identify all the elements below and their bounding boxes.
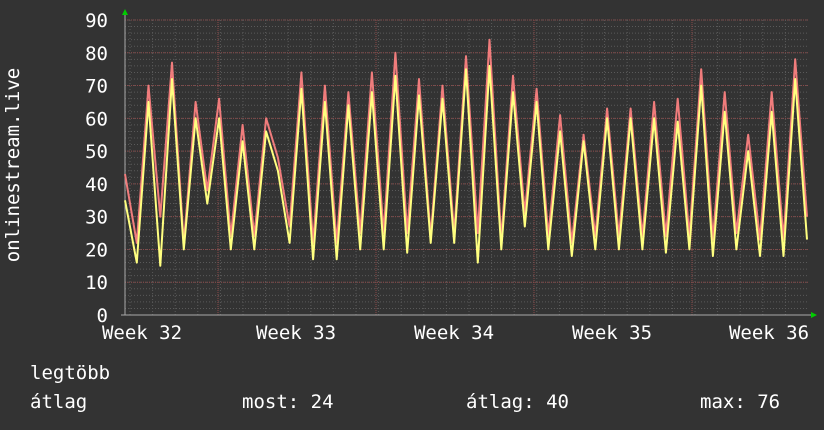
y-axis-ticks: 0102030405060708090 xyxy=(85,10,108,327)
legend-label-avg: átlag xyxy=(30,391,88,413)
y-tick-label: 60 xyxy=(85,108,108,130)
y-axis-arrow xyxy=(122,9,128,15)
legend-item-max: legtöbb xyxy=(30,362,110,384)
x-axis-arrow xyxy=(811,312,817,318)
series-line-avg xyxy=(124,64,808,267)
y-axis-label: onlinestream.live xyxy=(2,68,24,262)
y-tick-label: 50 xyxy=(85,141,108,163)
y-tick-label: 70 xyxy=(85,76,108,98)
stat-maximum: max: 76 xyxy=(700,391,781,413)
y-tick-label: 10 xyxy=(85,272,108,294)
x-tick-label: Week 35 xyxy=(572,322,652,344)
x-tick-label: Week 36 xyxy=(729,322,809,344)
y-tick-label: 20 xyxy=(85,239,108,261)
x-tick-label: Week 33 xyxy=(256,322,336,344)
y-tick-label: 30 xyxy=(85,207,108,229)
y-tick-label: 90 xyxy=(85,10,108,32)
x-tick-label: Week 32 xyxy=(102,322,182,344)
y-tick-label: 40 xyxy=(85,174,108,196)
y-tick-label: 80 xyxy=(85,43,108,65)
legend-label-max: legtöbb xyxy=(30,362,111,384)
stat-average: átlag: 40 xyxy=(466,391,569,413)
legend-item-avg: átlag xyxy=(30,391,87,413)
x-axis-ticks: Week 32 Week 33 Week 34 Week 35 Week 36 xyxy=(102,322,809,344)
stat-current: most: 24 xyxy=(242,391,334,413)
chart: 0102030405060708090 Week 32 Week 33 Week 3… xyxy=(2,9,817,344)
series-lines xyxy=(124,38,808,267)
x-tick-label: Week 34 xyxy=(414,322,494,344)
